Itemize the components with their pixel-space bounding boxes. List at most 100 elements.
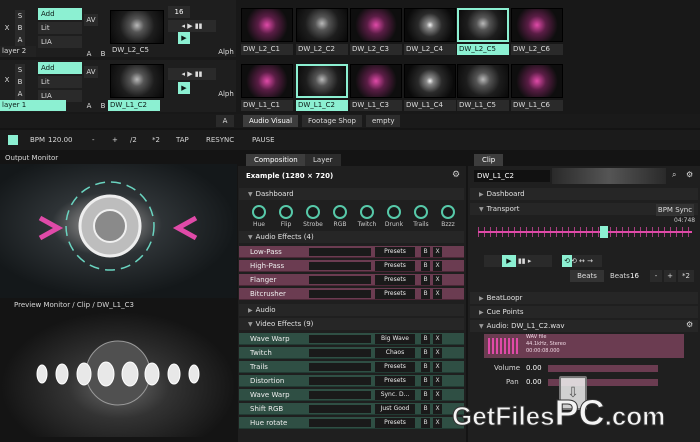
knob-drunk[interactable]	[387, 205, 401, 219]
tap-button[interactable]: TAP	[176, 130, 189, 150]
effect-opacity-slider[interactable]	[309, 363, 371, 371]
layer2-s-button[interactable]: S	[15, 10, 25, 22]
beats-value[interactable]: 16	[630, 272, 639, 280]
layer1-x-button[interactable]: X	[2, 74, 12, 86]
bpm-half-button[interactable]: /2	[130, 130, 137, 150]
tab-layer[interactable]: Layer	[305, 154, 341, 166]
playhead-handle[interactable]	[600, 226, 608, 238]
effect-remove-button[interactable]: X	[433, 376, 442, 386]
clip-dashboard-header[interactable]: ▶ Dashboard	[470, 188, 698, 200]
audio-effects-header[interactable]: ▼ Audio Effects (4)	[239, 231, 464, 243]
effect-bypass-button[interactable]: B	[421, 362, 430, 372]
bpm-value[interactable]: 120.00	[48, 130, 73, 150]
effect-opacity-slider[interactable]	[309, 290, 371, 298]
video-effect-row[interactable]: Wave Warp Big Wave B X	[239, 333, 464, 345]
effect-preset-select[interactable]: Presets	[375, 261, 415, 271]
knob-twitch[interactable]	[360, 205, 374, 219]
pan-value[interactable]: 0.00	[526, 378, 542, 386]
effect-bypass-button[interactable]: B	[421, 376, 430, 386]
audio-file-gear-icon[interactable]: ⚙	[686, 320, 693, 329]
effect-remove-button[interactable]: X	[433, 362, 442, 372]
layer2-b2-button[interactable]: B	[98, 48, 108, 60]
effect-preset-select[interactable]: Big Wave	[375, 334, 415, 344]
clip-transport-buttons[interactable]: ◂ ▶ ▮▮ ▸	[484, 255, 552, 267]
effect-preset-select[interactable]: Chaos	[375, 348, 415, 358]
volume-slider[interactable]	[548, 365, 658, 372]
layer1-play-icon[interactable]: ▶	[178, 82, 190, 94]
effect-remove-button[interactable]: X	[433, 348, 442, 358]
layer1-s-button[interactable]: S	[15, 64, 25, 76]
knob-strobe[interactable]	[306, 205, 320, 219]
layer2-a2-button[interactable]: A	[84, 48, 94, 60]
knob-flip[interactable]	[279, 205, 293, 219]
effect-bypass-button[interactable]: B	[421, 348, 430, 358]
composition-gear-icon[interactable]: ⚙	[452, 170, 460, 180]
layer2-lia-select[interactable]: LIA	[38, 36, 82, 48]
audio-effect-row[interactable]: High-Pass Presets B X	[239, 260, 464, 272]
beats-minus-button[interactable]: -	[650, 270, 662, 282]
beats-mode-select[interactable]: Beats	[570, 270, 604, 282]
effect-bypass-button[interactable]: B	[421, 334, 430, 344]
effect-preset-select[interactable]: Presets	[375, 362, 415, 372]
layer2-lit-select[interactable]: Lit	[38, 22, 82, 34]
video-effect-row[interactable]: Distortion Presets B X	[239, 375, 464, 387]
effect-bypass-button[interactable]: B	[421, 289, 430, 299]
effect-opacity-slider[interactable]	[309, 262, 371, 270]
layer1-b-button[interactable]: B	[15, 76, 25, 88]
clip-thumb[interactable]	[241, 8, 293, 42]
beatloopr-header[interactable]: ▶ BeatLoopr	[470, 292, 698, 304]
clip-thumb[interactable]	[511, 8, 563, 42]
effect-remove-button[interactable]: X	[433, 334, 442, 344]
resync-button[interactable]: RESYNC	[206, 130, 234, 150]
effect-bypass-button[interactable]: B	[421, 261, 430, 271]
layer2-av-button[interactable]: AV	[84, 14, 98, 26]
effect-remove-button[interactable]: X	[433, 275, 442, 285]
layer2-transport-buttons[interactable]: ◂ ▶ ▮▮	[168, 20, 216, 32]
effect-remove-button[interactable]: X	[433, 418, 442, 428]
deck-a-button[interactable]: A	[216, 115, 234, 127]
effect-preset-select[interactable]: Presets	[375, 376, 415, 386]
tab-footage-shop[interactable]: Footage Shop	[302, 115, 362, 127]
layer1-blend-select[interactable]: Add	[38, 62, 82, 74]
audio-section-header[interactable]: ▶ Audio	[239, 304, 464, 316]
effect-remove-button[interactable]: X	[433, 289, 442, 299]
cue-points-header[interactable]: ▶ Cue Points	[470, 306, 698, 318]
layer2-a-button[interactable]: A	[15, 34, 25, 46]
effect-opacity-slider[interactable]	[309, 349, 371, 357]
tab-composition[interactable]: Composition	[246, 154, 306, 166]
layer1-transport-buttons[interactable]: ◂ ▶ ▮▮	[168, 68, 216, 80]
effect-opacity-slider[interactable]	[309, 377, 371, 385]
layer2-blend-select[interactable]: Add	[38, 8, 82, 20]
bpm-sync-select[interactable]: BPM Sync	[656, 204, 694, 216]
clip-search-icon[interactable]: ⌕	[672, 170, 676, 180]
clip-thumb[interactable]	[296, 64, 348, 98]
effect-preset-select[interactable]: Presets	[375, 275, 415, 285]
effect-remove-button[interactable]: X	[433, 247, 442, 257]
clip-name-field[interactable]: DW_L1_C2	[474, 170, 550, 182]
layer2-b-button[interactable]: B	[15, 22, 25, 34]
effect-preset-select[interactable]: Just Good	[375, 404, 415, 414]
knob-hue[interactable]	[252, 205, 266, 219]
effect-bypass-button[interactable]: B	[421, 247, 430, 257]
beats-plus-button[interactable]: +	[664, 270, 676, 282]
effect-remove-button[interactable]: X	[433, 261, 442, 271]
tab-empty[interactable]: empty	[366, 115, 401, 127]
audio-effect-row[interactable]: Low-Pass Presets B X	[239, 246, 464, 258]
layer2-name[interactable]: layer 2	[0, 46, 36, 57]
tab-clip[interactable]: Clip	[474, 154, 504, 166]
bpm-double-button[interactable]: *2	[152, 130, 160, 150]
audio-effect-row[interactable]: Flanger Presets B X	[239, 274, 464, 286]
layer1-name[interactable]: layer 1	[0, 100, 66, 111]
tab-audio-visual[interactable]: Audio Visual	[243, 115, 299, 127]
bpm-plus-button[interactable]: +	[112, 130, 118, 150]
effect-preset-select[interactable]: Presets	[375, 289, 415, 299]
layer1-b2-button[interactable]: B	[98, 100, 108, 112]
audio-effect-row[interactable]: Bitcrusher Presets B X	[239, 288, 464, 300]
layer1-a2-button[interactable]: A	[84, 100, 94, 112]
clip-play-icon[interactable]: ▶	[502, 255, 516, 267]
effect-opacity-slider[interactable]	[309, 405, 371, 413]
transport-timeline[interactable]	[478, 224, 692, 240]
video-effect-row[interactable]: Trails Presets B X	[239, 361, 464, 373]
knob-trails[interactable]	[414, 205, 428, 219]
layer1-a-button[interactable]: A	[15, 88, 25, 100]
